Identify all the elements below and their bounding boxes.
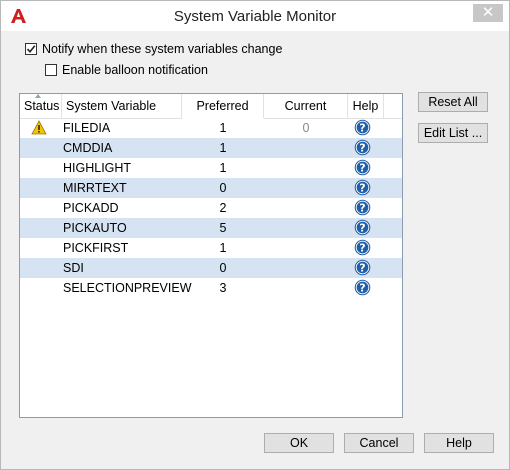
table-row[interactable]: PICKADD 2 ? <box>20 198 402 218</box>
ok-button[interactable]: OK <box>264 433 334 453</box>
column-header-variable[interactable]: System Variable <box>62 94 182 118</box>
variable-name: CMDDIA <box>63 141 113 155</box>
preferred-value[interactable]: 1 <box>182 238 264 258</box>
dialog-window: System Variable Monitor ✕ Notify when th… <box>0 0 510 470</box>
variable-name: MIRRTEXT <box>63 181 127 195</box>
svg-text:?: ? <box>359 182 365 195</box>
column-status-label: Status <box>24 99 60 113</box>
table-row[interactable]: SDI 0 ? <box>20 258 402 278</box>
close-icon: ✕ <box>481 4 495 21</box>
preferred-value-input[interactable]: 1 <box>182 118 264 138</box>
help-icon[interactable]: ? <box>354 159 371 176</box>
svg-text:?: ? <box>359 162 365 175</box>
variable-name: SDI <box>63 261 84 275</box>
preferred-value[interactable]: 0 <box>182 178 264 198</box>
column-preferred-label: Preferred <box>196 99 249 113</box>
cancel-button[interactable]: Cancel <box>344 433 414 453</box>
notify-label: Notify when these system variables chang… <box>42 42 283 56</box>
svg-text:?: ? <box>359 242 365 255</box>
current-value <box>264 198 348 218</box>
help-icon[interactable]: ? <box>354 139 371 156</box>
table-row[interactable]: HIGHLIGHT 1 ? <box>20 158 402 178</box>
table-row[interactable]: PICKAUTO 5 ? <box>20 218 402 238</box>
column-header-help[interactable]: Help <box>348 94 384 118</box>
svg-text:?: ? <box>359 142 365 155</box>
column-header-preferred[interactable]: Preferred <box>182 94 264 118</box>
svg-text:?: ? <box>359 122 365 135</box>
balloon-label: Enable balloon notification <box>62 63 208 77</box>
svg-text:?: ? <box>359 222 365 235</box>
variable-name: HIGHLIGHT <box>63 161 132 175</box>
edit-list-button[interactable]: Edit List ... <box>418 123 488 143</box>
current-value <box>264 258 348 278</box>
column-current-label: Current <box>284 99 327 113</box>
title-bar[interactable]: System Variable Monitor ✕ <box>1 1 509 31</box>
current-value <box>264 138 348 158</box>
variables-list[interactable]: Status System Variable Preferred Current… <box>19 93 403 418</box>
preferred-value[interactable]: 2 <box>182 198 264 218</box>
help-icon[interactable]: ? <box>354 259 371 276</box>
current-value <box>264 158 348 178</box>
table-row[interactable]: FILEDIA 1 0 ? <box>20 118 402 138</box>
current-value <box>264 218 348 238</box>
checkmark-icon <box>26 45 36 54</box>
table-row[interactable]: MIRRTEXT 0 ? <box>20 178 402 198</box>
balloon-checkbox[interactable] <box>45 64 57 76</box>
window-title: System Variable Monitor <box>173 8 337 25</box>
reset-all-button[interactable]: Reset All <box>418 92 488 112</box>
help-icon[interactable]: ? <box>354 199 371 216</box>
help-icon[interactable]: ? <box>354 219 371 236</box>
warning-icon <box>31 120 47 135</box>
table-row[interactable]: CMDDIA 1 ? <box>20 138 402 158</box>
preferred-value[interactable]: 1 <box>182 158 264 178</box>
svg-text:?: ? <box>359 262 365 275</box>
sort-arrow-icon <box>35 94 41 98</box>
list-header: Status System Variable Preferred Current… <box>20 94 402 119</box>
variable-name: FILEDIA <box>63 121 111 135</box>
variable-name: PICKFIRST <box>63 241 129 255</box>
current-value: 0 <box>302 121 310 135</box>
preferred-value[interactable]: 3 <box>182 278 264 298</box>
current-value <box>264 278 348 298</box>
current-value <box>264 238 348 258</box>
preferred-value[interactable]: 1 <box>182 138 264 158</box>
variable-name: PICKAUTO <box>63 221 127 235</box>
column-help-label: Help <box>352 99 379 113</box>
notify-checkbox[interactable] <box>25 43 37 55</box>
current-value <box>264 178 348 198</box>
table-row[interactable]: SELECTIONPREVIEW 3 ? <box>20 278 402 298</box>
help-icon[interactable]: ? <box>354 239 371 256</box>
column-variable-label: System Variable <box>66 99 157 113</box>
column-header-status[interactable]: Status <box>20 94 62 118</box>
help-icon[interactable]: ? <box>354 119 371 136</box>
close-button[interactable]: ✕ <box>473 4 503 22</box>
variable-name: SELECTIONPREVIEW <box>63 281 192 295</box>
help-button[interactable]: Help <box>424 433 494 453</box>
table-row[interactable]: PICKFIRST 1 ? <box>20 238 402 258</box>
preferred-value[interactable]: 5 <box>182 218 264 238</box>
help-icon[interactable]: ? <box>354 279 371 296</box>
svg-text:?: ? <box>359 282 365 295</box>
help-icon[interactable]: ? <box>354 179 371 196</box>
svg-text:?: ? <box>359 202 365 215</box>
variable-name: PICKADD <box>63 201 119 215</box>
notify-option[interactable]: Notify when these system variables chang… <box>25 42 282 56</box>
column-header-current[interactable]: Current <box>264 94 348 118</box>
preferred-value[interactable]: 0 <box>182 258 264 278</box>
balloon-option[interactable]: Enable balloon notification <box>45 63 208 77</box>
